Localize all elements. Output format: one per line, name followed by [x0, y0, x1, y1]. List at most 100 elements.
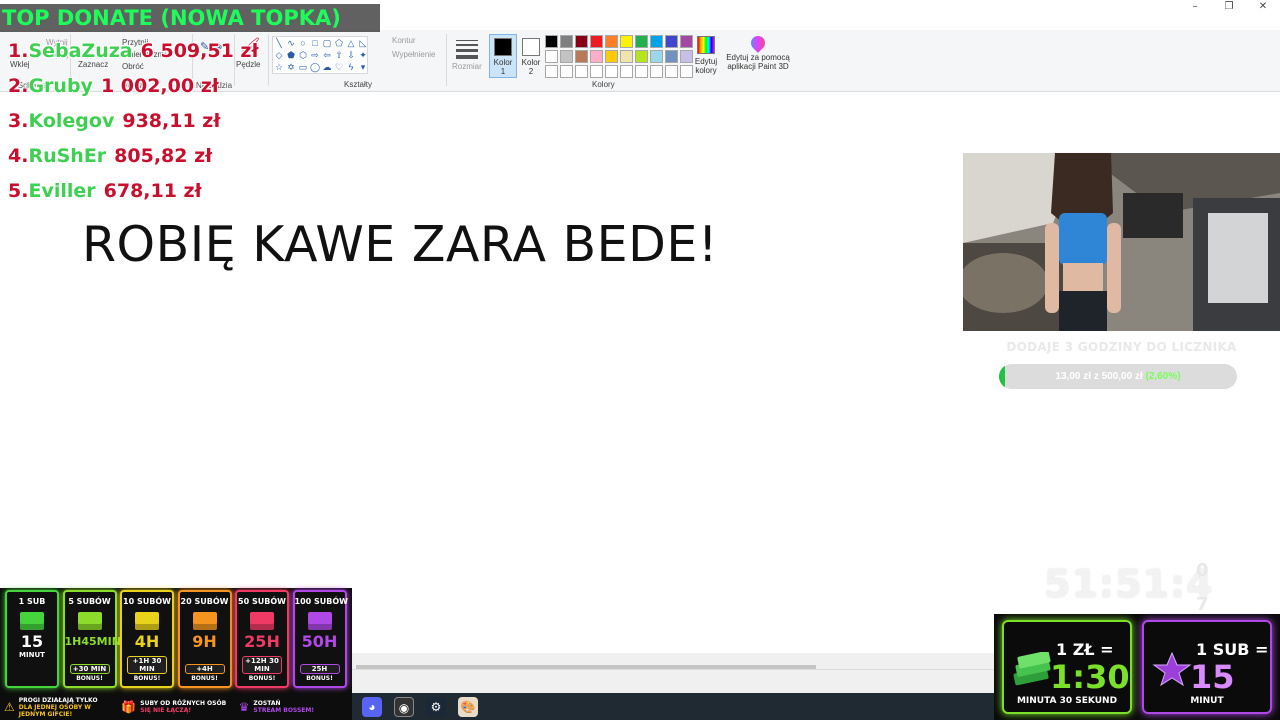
donor-name: Kolegov: [28, 110, 115, 132]
palette-swatch[interactable]: [575, 35, 588, 48]
palette-swatch[interactable]: [545, 65, 558, 78]
sub-tiers-panel: 1 SUB 15 MINUT 5 SUBÓW 1H45MIN +30 MIN BONUS! 1…: [0, 588, 352, 720]
size-button[interactable]: Rozmiar: [452, 34, 482, 76]
sub-tier-card: 5 SUBÓW 1H45MIN +30 MIN BONUS!: [62, 590, 121, 688]
donor-name: Gruby: [28, 75, 93, 97]
tier-bonus: +4H BONUS!: [184, 664, 225, 683]
tier-note-line1: SUBY OD RÓŻNYCH OSÓB: [140, 700, 227, 707]
color1-button[interactable]: Kolor 1: [489, 34, 517, 78]
window-controls: – ❐ ✕: [1178, 0, 1280, 14]
palette-swatch[interactable]: [635, 50, 648, 63]
webcam-feed: [963, 153, 1280, 331]
donor-amount: 938,11 zł: [122, 110, 221, 132]
tier-time: 4H: [134, 632, 160, 651]
palette-swatch[interactable]: [560, 35, 573, 48]
steam-icon[interactable]: ⚙: [426, 697, 446, 717]
palette-swatch[interactable]: [665, 35, 678, 48]
paint-icon[interactable]: 🎨: [458, 697, 478, 717]
sub-tier-card: 50 SUBÓW 25H +12H 30 MIN BONUS!: [235, 590, 289, 688]
goal-amount: 13,00 zł z 500,00 zł: [1055, 371, 1143, 382]
palette-swatch[interactable]: [545, 35, 558, 48]
crown-icon: ♛: [238, 699, 250, 714]
tier-label: 10 SUBÓW: [123, 597, 171, 606]
palette-swatch[interactable]: [650, 50, 663, 63]
palette-swatch[interactable]: [575, 65, 588, 78]
donor-row: 1.SebaZuza 6 509,51 zł: [8, 40, 368, 75]
palette-swatch[interactable]: [605, 65, 618, 78]
gift-icon: [307, 612, 332, 630]
edit-colors-label: Edytuj kolory: [694, 57, 718, 75]
palette-swatch[interactable]: [545, 50, 558, 63]
tier-bonus-word: BONUS!: [191, 675, 218, 682]
palette-swatch[interactable]: [620, 65, 633, 78]
outline-button[interactable]: Kontur: [392, 36, 416, 45]
color2-swatch: [522, 38, 540, 56]
palette-swatch[interactable]: [635, 65, 648, 78]
money-rate-foot: MINUTA 30 SEKUND: [1016, 696, 1118, 706]
tier-time: 50H: [301, 632, 338, 651]
color-palette[interactable]: [545, 35, 693, 78]
donor-amount: 6 509,51 zł: [140, 40, 259, 62]
fill-button[interactable]: Wypełnienie: [392, 50, 436, 59]
donor-rank: 5.: [8, 180, 29, 202]
color2-button[interactable]: Kolor 2: [517, 34, 545, 78]
sub-tier-card: 20 SUBÓW 9H +4H BONUS!: [177, 590, 232, 688]
close-button[interactable]: ✕: [1246, 0, 1280, 14]
palette-swatch[interactable]: [560, 50, 573, 63]
color2-num: 2: [528, 67, 534, 76]
gift-icon: [20, 612, 44, 630]
tier-label: 50 SUBÓW: [238, 597, 286, 606]
exchange-panel: 1 ZŁ = 1:30 MINUTA 30 SEKUND 1 SUB = 15 …: [994, 614, 1280, 720]
donor-amount: 805,82 zł: [114, 145, 213, 167]
palette-swatch[interactable]: [590, 65, 603, 78]
tier-bonus-value: +1H 30 MIN: [127, 656, 167, 674]
money-rate-head: 1 ZŁ =: [1056, 640, 1114, 659]
palette-swatch[interactable]: [590, 50, 603, 63]
horizontal-scrollbar[interactable]: [352, 653, 994, 673]
tier-time: 15: [20, 632, 44, 651]
donor-amount: 1 002,00 zł: [100, 75, 219, 97]
palette-swatch[interactable]: [575, 50, 588, 63]
tier-label: 20 SUBÓW: [180, 597, 229, 606]
donor-row: 4.RuShEr 805,82 zł: [8, 145, 368, 180]
warning-icon: ⚠: [4, 699, 15, 714]
palette-swatch[interactable]: [665, 50, 678, 63]
sub-tier-card: 10 SUBÓW 4H +1H 30 MIN BONUS!: [120, 590, 174, 688]
canvas-text: ROBIĘ KAWE ZARA BEDE!: [82, 216, 718, 273]
tier-notes: ⚠ PROGI DZIAŁAJĄ TYLKO DLA JEDNEJ OSOBY W …: [0, 694, 352, 720]
goal-percent: (2,60%): [1145, 371, 1181, 382]
gift-icon: [77, 612, 102, 630]
gift-icon: [192, 612, 217, 630]
edit-colors-button[interactable]: Edytuj kolory: [692, 34, 720, 75]
goal-progress-text: 13,00 zł z 500,00 zł (2,60%): [999, 364, 1237, 389]
tier-bonus-value: +4H: [184, 664, 225, 674]
discord-icon[interactable]: ◕: [362, 697, 382, 717]
obs-icon[interactable]: ◉: [394, 697, 414, 717]
palette-swatch[interactable]: [590, 35, 603, 48]
screen: – ❐ ✕ Wklej Wytnij Kopiuj Schowek Zaznac…: [0, 0, 1280, 720]
tier-label: 100 SUBÓW: [294, 597, 348, 606]
minimize-button[interactable]: –: [1178, 0, 1212, 14]
palette-swatch[interactable]: [605, 50, 618, 63]
palette-swatch[interactable]: [665, 65, 678, 78]
sub-rate-value: 15: [1190, 658, 1235, 696]
paint3d-button[interactable]: Edytuj za pomocą aplikacji Paint 3D: [726, 33, 790, 71]
palette-swatch[interactable]: [650, 35, 663, 48]
donor-name: SebaZuza: [28, 40, 133, 62]
palette-swatch[interactable]: [560, 65, 573, 78]
palette-swatch[interactable]: [620, 35, 633, 48]
colors-group-label: Kolory: [592, 80, 615, 89]
palette-swatch[interactable]: [635, 35, 648, 48]
goal-title: DODAJE 3 GODZINY DO LICZNIKA: [1006, 340, 1237, 354]
maximize-button[interactable]: ❐: [1212, 0, 1246, 14]
palette-swatch[interactable]: [650, 65, 663, 78]
star-icon: [1152, 652, 1192, 686]
sub-tier-card: 1 SUB 15 MINUT: [5, 590, 59, 688]
tier-note-line2: STREAM BOSSEM!: [253, 707, 315, 714]
tier-label: 1 SUB: [18, 597, 46, 606]
palette-swatch[interactable]: [620, 50, 633, 63]
countdown-rolling-digit: 07: [1196, 554, 1209, 622]
gift-icon: [135, 612, 159, 630]
palette-swatch[interactable]: [605, 35, 618, 48]
color1-label: Kolor: [493, 58, 513, 67]
